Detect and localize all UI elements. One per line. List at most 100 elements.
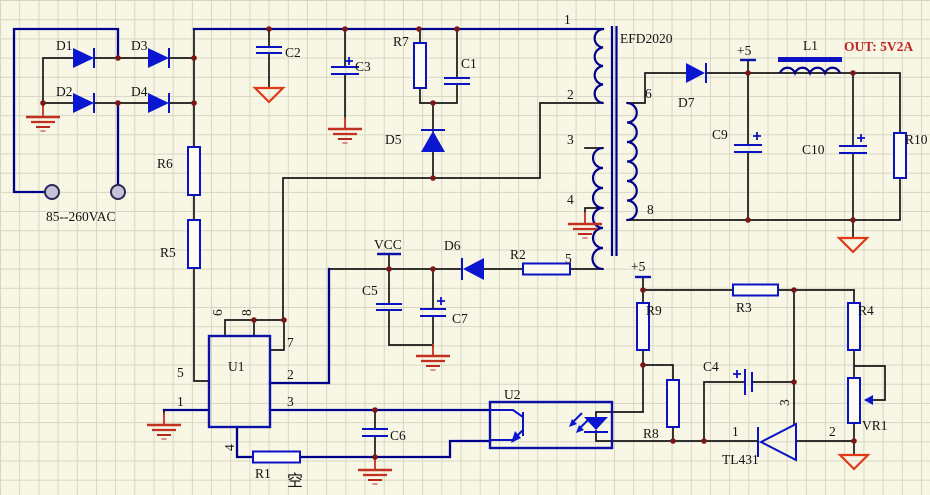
ground-symbol xyxy=(326,115,364,145)
diode-d7 xyxy=(686,63,707,83)
schematic-svg: D1 D2 D3 D4 85--260VAC R6 R5 C2 C3 R7 C1 D5 VCC D6 R2 C… xyxy=(12,12,928,490)
label-u1-pin3: 3 xyxy=(287,394,294,409)
label-r5: R5 xyxy=(160,245,176,260)
label-t-pin5: 5 xyxy=(565,251,572,266)
resistor-r7 xyxy=(413,42,427,89)
controller-u1 xyxy=(145,146,394,486)
label-t-pin2: 2 xyxy=(567,87,574,102)
label-t-pin6: 6 xyxy=(645,86,652,101)
labels-layer: D1 D2 D3 D4 85--260VAC R6 R5 C2 C3 R7 C1 D5 VCC D6 R2 C… xyxy=(46,12,928,490)
label-t-pin1: 1 xyxy=(564,12,571,27)
label-r4: R4 xyxy=(858,303,874,318)
transformer-efd2020 xyxy=(566,26,638,271)
label-u2: U2 xyxy=(504,387,521,402)
resistor-r3 xyxy=(732,283,779,297)
ground-symbol xyxy=(566,210,604,240)
label-r6: R6 xyxy=(157,156,173,171)
label-d7: D7 xyxy=(678,95,695,110)
earth-ground xyxy=(838,453,870,471)
label-r7: R7 xyxy=(393,34,409,49)
label-plus5-out: +5 xyxy=(737,43,752,58)
secondary-winding xyxy=(626,101,638,222)
earth-ground xyxy=(253,86,285,104)
bridge-rectifier xyxy=(24,48,170,200)
label-d2: D2 xyxy=(56,84,73,99)
label-plus5-fb: +5 xyxy=(631,259,646,274)
label-r8: R8 xyxy=(643,426,659,441)
ground-symbol xyxy=(356,456,394,486)
phototransistor xyxy=(490,409,524,443)
label-c4: C4 xyxy=(703,359,719,374)
resistor-r6 xyxy=(187,146,201,196)
label-c6: C6 xyxy=(390,428,406,443)
label-c1: C1 xyxy=(461,56,477,71)
output-stage xyxy=(686,57,907,254)
label-u1: U1 xyxy=(228,359,245,374)
ground-symbol xyxy=(414,342,452,372)
diode-d6 xyxy=(461,258,484,280)
label-d4: D4 xyxy=(131,84,148,99)
ac-terminal-1 xyxy=(44,184,60,200)
cap-c5 xyxy=(376,303,402,311)
earth-ground xyxy=(837,236,869,254)
label-u1-pin6: 6 xyxy=(210,309,225,316)
optocoupler-u2 xyxy=(488,400,614,450)
resistor-r8 xyxy=(666,379,680,428)
label-vr1: VR1 xyxy=(862,418,888,433)
label-t-pin4: 4 xyxy=(567,192,574,207)
cap-c2 xyxy=(256,46,282,54)
ac-terminal-2 xyxy=(110,184,126,200)
label-vcc: VCC xyxy=(374,237,402,252)
label-t-pin8: 8 xyxy=(647,202,654,217)
diode-d3 xyxy=(148,48,170,68)
label-c9: C9 xyxy=(712,127,728,142)
diode-d4 xyxy=(148,93,170,113)
label-out-rating: OUT: 5V2A xyxy=(844,39,913,54)
wires-black xyxy=(42,28,901,458)
diode-d1 xyxy=(73,48,95,68)
potentiometer-vr1 xyxy=(847,377,873,424)
cap-c1 xyxy=(444,77,470,85)
label-d6: D6 xyxy=(444,238,461,253)
cap-c6 xyxy=(362,428,388,437)
diode-d5 xyxy=(421,129,445,152)
label-d3: D3 xyxy=(131,38,148,53)
label-r9: R9 xyxy=(646,303,662,318)
label-tl431: TL431 xyxy=(722,452,759,467)
label-transformer: EFD2020 xyxy=(620,31,673,46)
resistor-r2 xyxy=(522,262,571,276)
resistor-r5 xyxy=(187,219,201,269)
u1-body xyxy=(207,334,272,429)
label-r1: R1 xyxy=(255,466,271,481)
label-r2: R2 xyxy=(510,247,526,262)
ground-symbol xyxy=(145,411,183,441)
label-d1: D1 xyxy=(56,38,73,53)
label-u1-pin2: 2 xyxy=(287,367,294,382)
label-tl431-pin2: 2 xyxy=(829,424,836,439)
label-u1-pin5: 5 xyxy=(177,365,184,380)
label-c3: C3 xyxy=(355,59,371,74)
label-r3: R3 xyxy=(736,300,752,315)
label-u1-pin8: 8 xyxy=(239,309,254,316)
label-ac-input: 85--260VAC xyxy=(46,209,116,224)
ground-symbol xyxy=(24,103,62,133)
label-u1-pin7: 7 xyxy=(287,335,294,350)
label-c5: C5 xyxy=(362,283,378,298)
label-d5: D5 xyxy=(385,132,402,147)
label-c2: C2 xyxy=(285,45,301,60)
label-note-kong: 空 xyxy=(287,472,303,490)
label-u1-pin1: 1 xyxy=(177,394,184,409)
vcc-supply xyxy=(376,252,571,372)
primary-winding xyxy=(593,27,604,105)
label-t-pin3: 3 xyxy=(567,132,574,147)
shunt-regulator-tl431 xyxy=(757,422,797,462)
label-c7: C7 xyxy=(452,311,468,326)
label-l1: L1 xyxy=(803,38,818,53)
label-tl431-pin1: 1 xyxy=(732,424,739,439)
schematic-canvas: D1 D2 D3 D4 85--260VAC R6 R5 C2 C3 R7 C1 D5 VCC D6 R2 C… xyxy=(0,0,930,495)
resistor-r1 xyxy=(252,450,301,464)
label-c10: C10 xyxy=(802,142,825,157)
label-tl431-pin3: 3 xyxy=(777,399,792,406)
label-u1-pin4: 4 xyxy=(222,444,237,451)
label-r10: R10 xyxy=(905,132,928,147)
